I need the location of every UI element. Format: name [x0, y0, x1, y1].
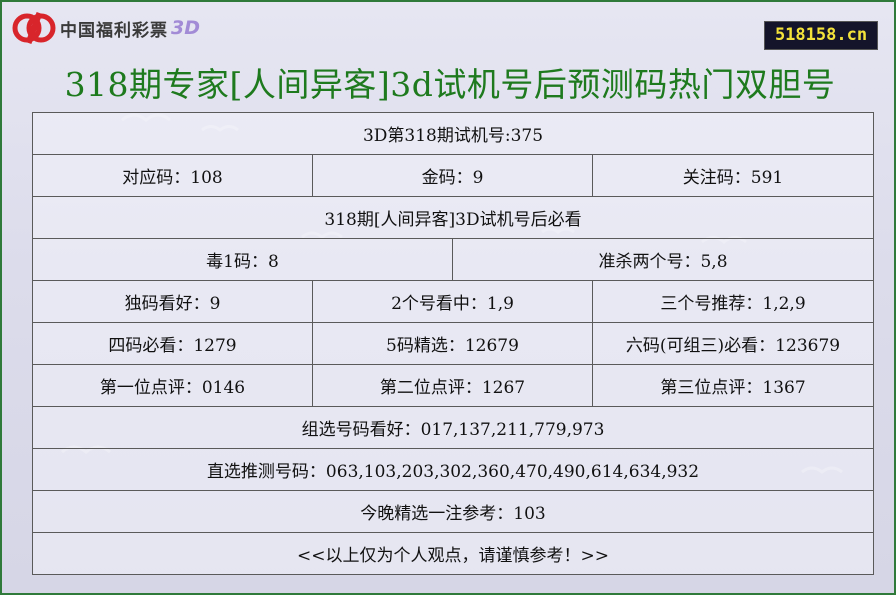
table-row: 对应码：108 金码：9 关注码：591: [32, 154, 875, 197]
lottery-logo: 中国福利彩票 3D: [12, 10, 200, 46]
logo-brand-text: 中国福利彩票: [60, 20, 168, 41]
prediction-table: 3D第318期试机号:375 对应码：108 金码：9 关注码：591 318期…: [31, 112, 875, 575]
test-number-cell: 3D第318期试机号:375: [31, 112, 875, 155]
welfare-lottery-logo-icon: [12, 11, 56, 45]
group-pick-cell: 组选号码看好：017,137,211,779,973: [31, 406, 875, 449]
second-position-cell: 第二位点评：1267: [312, 364, 593, 407]
disclaimer-cell: <<以上仅为个人观点，请谨慎参考！>>: [31, 532, 875, 575]
six-code-cell: 六码(可组三)必看：123679: [591, 322, 875, 365]
five-code-cell: 5码精选：12679: [312, 322, 593, 365]
focus-code-cell: 关注码：591: [591, 154, 875, 197]
logo-3d-text: 3D: [171, 17, 200, 39]
table-row: 今晚精选一注参考：103: [31, 490, 875, 533]
must-see-cell: 318期[人间异客]3D试机号后必看: [31, 196, 875, 239]
table-row: 组选号码看好：017,137,211,779,973: [31, 406, 875, 449]
three-numbers-cell: 三个号推荐：1,2,9: [591, 280, 875, 323]
table-row: 3D第318期试机号:375: [31, 112, 875, 155]
table-row: <<以上仅为个人观点，请谨慎参考！>>: [31, 532, 875, 575]
gold-code-cell: 金码：9: [312, 154, 593, 197]
poster-frame: 中国福利彩票 3D 518158.cn 318期专家[人间异客]3d试机号后预测…: [0, 0, 896, 595]
tonight-pick-cell: 今晚精选一注参考：103: [31, 490, 875, 533]
site-badge[interactable]: 518158.cn: [764, 21, 878, 50]
poison-code-cell: 毒1码：8: [32, 238, 453, 281]
table-row: 第一位点评：0146 第二位点评：1267 第三位点评：1367: [32, 364, 875, 407]
four-code-cell: 四码必看：1279: [32, 322, 313, 365]
table-row: 318期[人间异客]3D试机号后必看: [31, 196, 875, 239]
table-row: 独码看好：9 2个号看中：1,9 三个号推荐：1,2,9: [32, 280, 875, 323]
single-code-cell: 独码看好：9: [32, 280, 313, 323]
table-row: 毒1码：8 准杀两个号：5,8: [32, 238, 875, 281]
kill-two-cell: 准杀两个号：5,8: [451, 238, 875, 281]
table-row: 四码必看：1279 5码精选：12679 六码(可组三)必看：123679: [32, 322, 875, 365]
third-position-cell: 第三位点评：1367: [591, 364, 875, 407]
first-position-cell: 第一位点评：0146: [32, 364, 313, 407]
direct-pick-cell: 直选推测号码：063,103,203,302,360,470,490,614,6…: [31, 448, 875, 491]
table-row: 直选推测号码：063,103,203,302,360,470,490,614,6…: [31, 448, 875, 491]
two-numbers-cell: 2个号看中：1,9: [312, 280, 593, 323]
matching-code-cell: 对应码：108: [32, 154, 313, 197]
page-title: 318期专家[人间异客]3d试机号后预测码热门双胆号: [64, 65, 836, 104]
